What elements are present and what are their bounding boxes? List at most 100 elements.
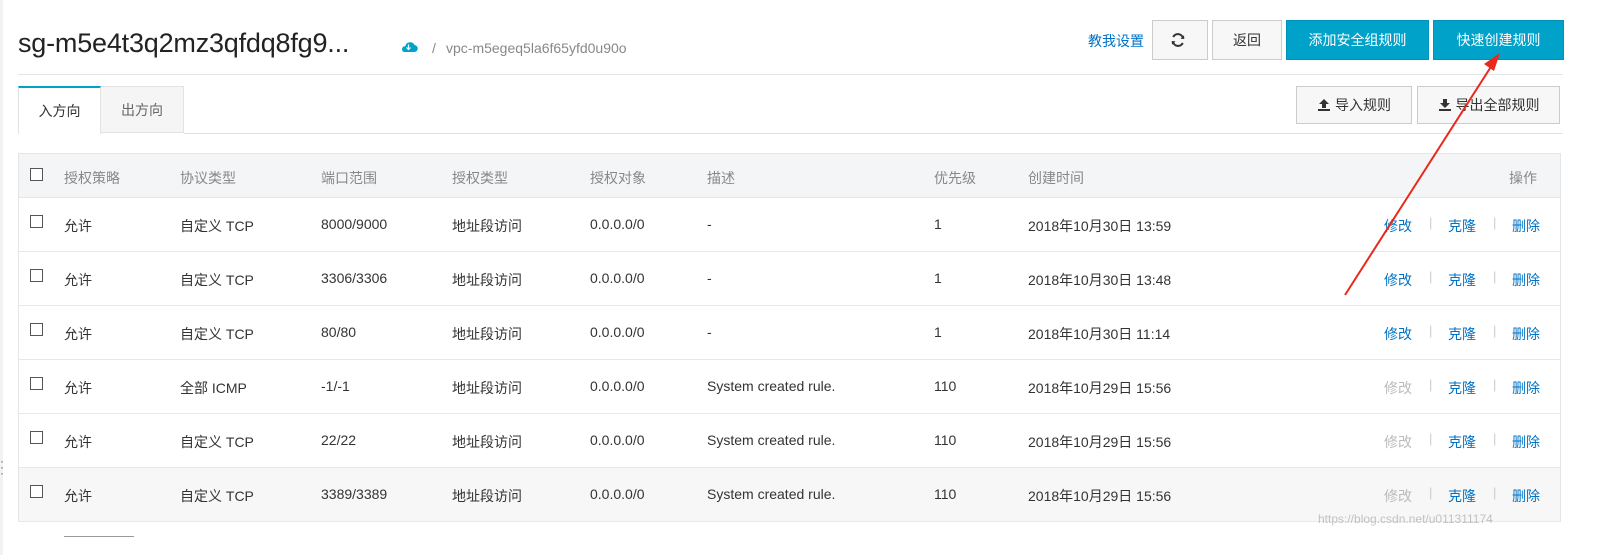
quick-create-rule-button[interactable]: 快速创建规则 [1433, 20, 1564, 60]
clone-link[interactable]: 克隆 [1448, 378, 1476, 398]
action-separator: | [1429, 485, 1433, 500]
table-row: 允许 自定义 TCP 22/22 地址段访问 0.0.0.0/0 System … [19, 414, 1560, 468]
page-header: sg-m5e4t3q2mz3qfdq8fg9... / vpc-m5egeq5l… [18, 18, 1621, 76]
tabs-divider [184, 133, 1563, 134]
cell-description: System created rule. [707, 432, 836, 448]
cell-protocol: 自定义 TCP [180, 326, 254, 342]
add-security-rule-button[interactable]: 添加安全组规则 [1286, 20, 1429, 60]
clone-link[interactable]: 克隆 [1448, 324, 1476, 344]
delete-link[interactable]: 删除 [1512, 432, 1540, 452]
delete-link[interactable]: 删除 [1512, 324, 1540, 344]
col-header-actions: 操作 [1509, 170, 1537, 186]
cell-port-range: -1/-1 [321, 378, 350, 394]
clone-link[interactable]: 克隆 [1448, 432, 1476, 452]
col-header-auth-type: 授权类型 [452, 170, 508, 186]
cell-protocol: 自定义 TCP [180, 488, 254, 504]
action-separator: | [1493, 485, 1497, 500]
cell-priority: 1 [934, 216, 942, 232]
delete-link[interactable]: 删除 [1512, 486, 1540, 506]
cell-created-time: 2018年10月29日 15:56 [1028, 434, 1172, 450]
cell-auth-type: 地址段访问 [452, 272, 522, 288]
action-separator: | [1493, 377, 1497, 392]
clone-link[interactable]: 克隆 [1448, 216, 1476, 236]
col-header-port-range: 端口范围 [321, 170, 377, 186]
cell-policy: 允许 [64, 488, 92, 504]
cell-auth-object: 0.0.0.0/0 [590, 216, 645, 232]
cell-port-range: 3389/3389 [321, 486, 388, 502]
row-checkbox[interactable] [30, 485, 43, 498]
cell-auth-object: 0.0.0.0/0 [590, 324, 645, 340]
edit-link-disabled: 修改 [1384, 434, 1412, 450]
cell-port-range: 8000/9000 [321, 216, 388, 232]
action-separator: | [1429, 431, 1433, 446]
action-separator: | [1429, 269, 1433, 284]
action-separator: | [1493, 269, 1497, 284]
col-header-protocol: 协议类型 [180, 170, 236, 186]
cell-port-range: 3306/3306 [321, 270, 388, 286]
col-header-created-time: 创建时间 [1028, 170, 1084, 186]
delete-link[interactable]: 删除 [1512, 378, 1540, 398]
pagination-stub [64, 536, 134, 537]
export-all-rules-button[interactable]: 导出全部规则 [1417, 86, 1560, 124]
watermark-text: https://blog.csdn.net/u011311174 [1318, 512, 1493, 526]
back-button[interactable]: 返回 [1212, 20, 1282, 60]
cell-protocol: 全部 ICMP [180, 380, 247, 396]
cell-auth-object: 0.0.0.0/0 [590, 270, 645, 286]
cell-auth-type: 地址段访问 [452, 326, 522, 342]
table-row: 允许 自定义 TCP 3306/3306 地址段访问 0.0.0.0/0 - 1… [19, 252, 1560, 306]
action-separator: | [1493, 431, 1497, 446]
cell-protocol: 自定义 TCP [180, 218, 254, 234]
cell-description: - [707, 216, 712, 232]
export-all-rules-label: 导出全部规则 [1455, 97, 1540, 113]
row-checkbox[interactable] [30, 215, 43, 228]
cell-description: System created rule. [707, 378, 836, 394]
cell-created-time: 2018年10月30日 11:14 [1028, 326, 1171, 342]
cell-created-time: 2018年10月30日 13:59 [1028, 218, 1172, 234]
edit-link[interactable]: 修改 [1384, 216, 1412, 236]
col-header-policy: 授权策略 [64, 170, 120, 186]
cell-priority: 110 [934, 486, 957, 502]
cell-created-time: 2018年10月30日 13:48 [1028, 272, 1172, 288]
cell-auth-type: 地址段访问 [452, 434, 522, 450]
table-header: 授权策略 协议类型 端口范围 授权类型 授权对象 描述 优先级 创建时间 操作 [19, 154, 1560, 198]
cell-auth-object: 0.0.0.0/0 [590, 432, 645, 448]
refresh-icon [1171, 33, 1185, 47]
cell-policy: 允许 [64, 326, 92, 342]
row-checkbox[interactable] [30, 323, 43, 336]
upload-icon [1318, 99, 1330, 111]
import-rules-button[interactable]: 导入规则 [1296, 86, 1412, 124]
table-row: 允许 全部 ICMP -1/-1 地址段访问 0.0.0.0/0 System … [19, 360, 1560, 414]
refresh-button[interactable] [1152, 20, 1208, 60]
action-separator: | [1429, 377, 1433, 392]
cell-policy: 允许 [64, 434, 92, 450]
cloud-icon [402, 42, 418, 53]
row-checkbox[interactable] [30, 377, 43, 390]
cell-auth-type: 地址段访问 [452, 488, 522, 504]
more-dots-icon[interactable]: · · · [0, 455, 6, 479]
table-row: 允许 自定义 TCP 8000/9000 地址段访问 0.0.0.0/0 - 1… [19, 198, 1560, 252]
edit-link[interactable]: 修改 [1384, 324, 1412, 344]
tab-inbound[interactable]: 入方向 [18, 86, 101, 134]
edit-link-disabled: 修改 [1384, 380, 1412, 396]
download-icon [1438, 99, 1451, 111]
cell-auth-type: 地址段访问 [452, 380, 522, 396]
edit-link-disabled: 修改 [1384, 488, 1412, 504]
col-header-description: 描述 [707, 170, 735, 186]
cell-policy: 允许 [64, 218, 92, 234]
row-checkbox[interactable] [30, 269, 43, 282]
row-checkbox[interactable] [30, 431, 43, 444]
edit-link[interactable]: 修改 [1384, 270, 1412, 290]
cell-description: System created rule. [707, 486, 836, 502]
table-row: 允许 自定义 TCP 80/80 地址段访问 0.0.0.0/0 - 1 201… [19, 306, 1560, 360]
delete-link[interactable]: 删除 [1512, 270, 1540, 290]
cell-policy: 允许 [64, 272, 92, 288]
cell-protocol: 自定义 TCP [180, 434, 254, 450]
clone-link[interactable]: 克隆 [1448, 270, 1476, 290]
tab-outbound[interactable]: 出方向 [101, 86, 184, 133]
clone-link[interactable]: 克隆 [1448, 486, 1476, 506]
import-rules-label: 导入规则 [1335, 97, 1391, 113]
cell-auth-type: 地址段访问 [452, 218, 522, 234]
teach-me-link[interactable]: 教我设置 [1088, 31, 1144, 51]
delete-link[interactable]: 删除 [1512, 216, 1540, 236]
select-all-checkbox[interactable] [30, 168, 43, 181]
